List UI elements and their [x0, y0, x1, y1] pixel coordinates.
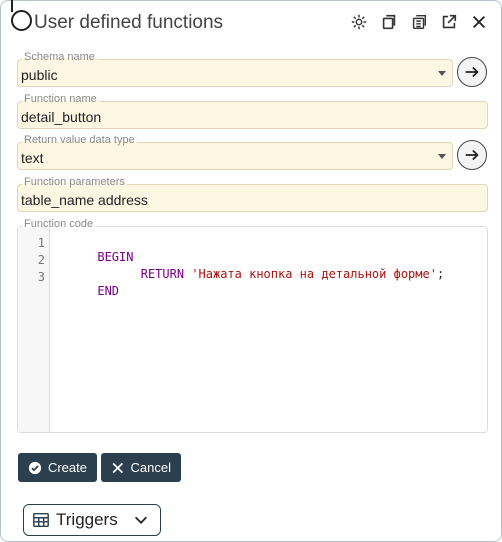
chevron-down-icon — [438, 71, 446, 76]
schema-select[interactable]: Schema name public — [17, 51, 453, 87]
function-parameters-label: Function parameters — [22, 176, 127, 189]
function-parameters-value: table_name address — [21, 192, 148, 208]
drag-handle-icon[interactable] — [11, 0, 32, 31]
line-number: 1 — [37, 236, 45, 250]
close-icon[interactable] — [469, 12, 489, 32]
code-line-3: END — [54, 270, 119, 312]
window-header: User defined functions — [1, 0, 501, 45]
line-number: 3 — [37, 270, 45, 284]
code-string: 'Нажата кнопка на детальной форме' — [191, 267, 437, 281]
user-functions-window: User defined functions Schema name publi… — [0, 0, 502, 542]
chevron-down-icon — [438, 154, 446, 159]
chevron-down-icon — [134, 516, 147, 524]
code-keyword: RETURN — [140, 267, 185, 281]
code-keyword: END — [97, 284, 120, 298]
cancel-label: Cancel — [130, 460, 171, 475]
table-icon — [33, 512, 49, 528]
line-number: 2 — [37, 253, 45, 267]
cancel-button[interactable]: Cancel — [101, 453, 181, 482]
schema-value: public — [21, 67, 58, 83]
code-punct: ; — [436, 267, 445, 281]
list-copy-icon[interactable] — [409, 12, 429, 32]
function-name-value: detail_button — [21, 109, 102, 125]
schema-go-button[interactable] — [457, 57, 487, 87]
function-name-label: Function name — [22, 93, 99, 106]
close-icon — [112, 462, 124, 473]
triggers-label: Triggers — [56, 510, 118, 529]
arrow-right-icon — [465, 66, 479, 78]
function-parameters-field[interactable]: Function parameters table_name address — [17, 176, 488, 212]
external-link-icon[interactable] — [439, 12, 459, 32]
triggers-dropdown[interactable]: Triggers — [23, 504, 161, 536]
return-type-value: text — [21, 150, 44, 166]
function-code-editor[interactable]: Function code 1 2 3 BEGIN RETURN 'Нажата… — [17, 218, 488, 433]
return-type-go-button[interactable] — [457, 140, 487, 170]
function-name-field[interactable]: Function name detail_button — [17, 93, 488, 129]
create-label: Create — [47, 460, 87, 475]
check-circle-icon — [28, 461, 42, 474]
return-type-select[interactable]: Return value data type text — [17, 134, 453, 170]
arrow-right-icon — [465, 149, 479, 161]
line-number-gutter: 1 2 3 — [18, 227, 50, 432]
gear-icon[interactable] — [349, 12, 369, 32]
schema-label: Schema name — [22, 51, 97, 64]
return-type-label: Return value data type — [22, 134, 137, 147]
window-title: User defined functions — [34, 12, 224, 33]
copy-icon[interactable] — [379, 12, 399, 32]
create-button[interactable]: Create — [18, 453, 97, 482]
header-toolbar — [349, 12, 489, 32]
